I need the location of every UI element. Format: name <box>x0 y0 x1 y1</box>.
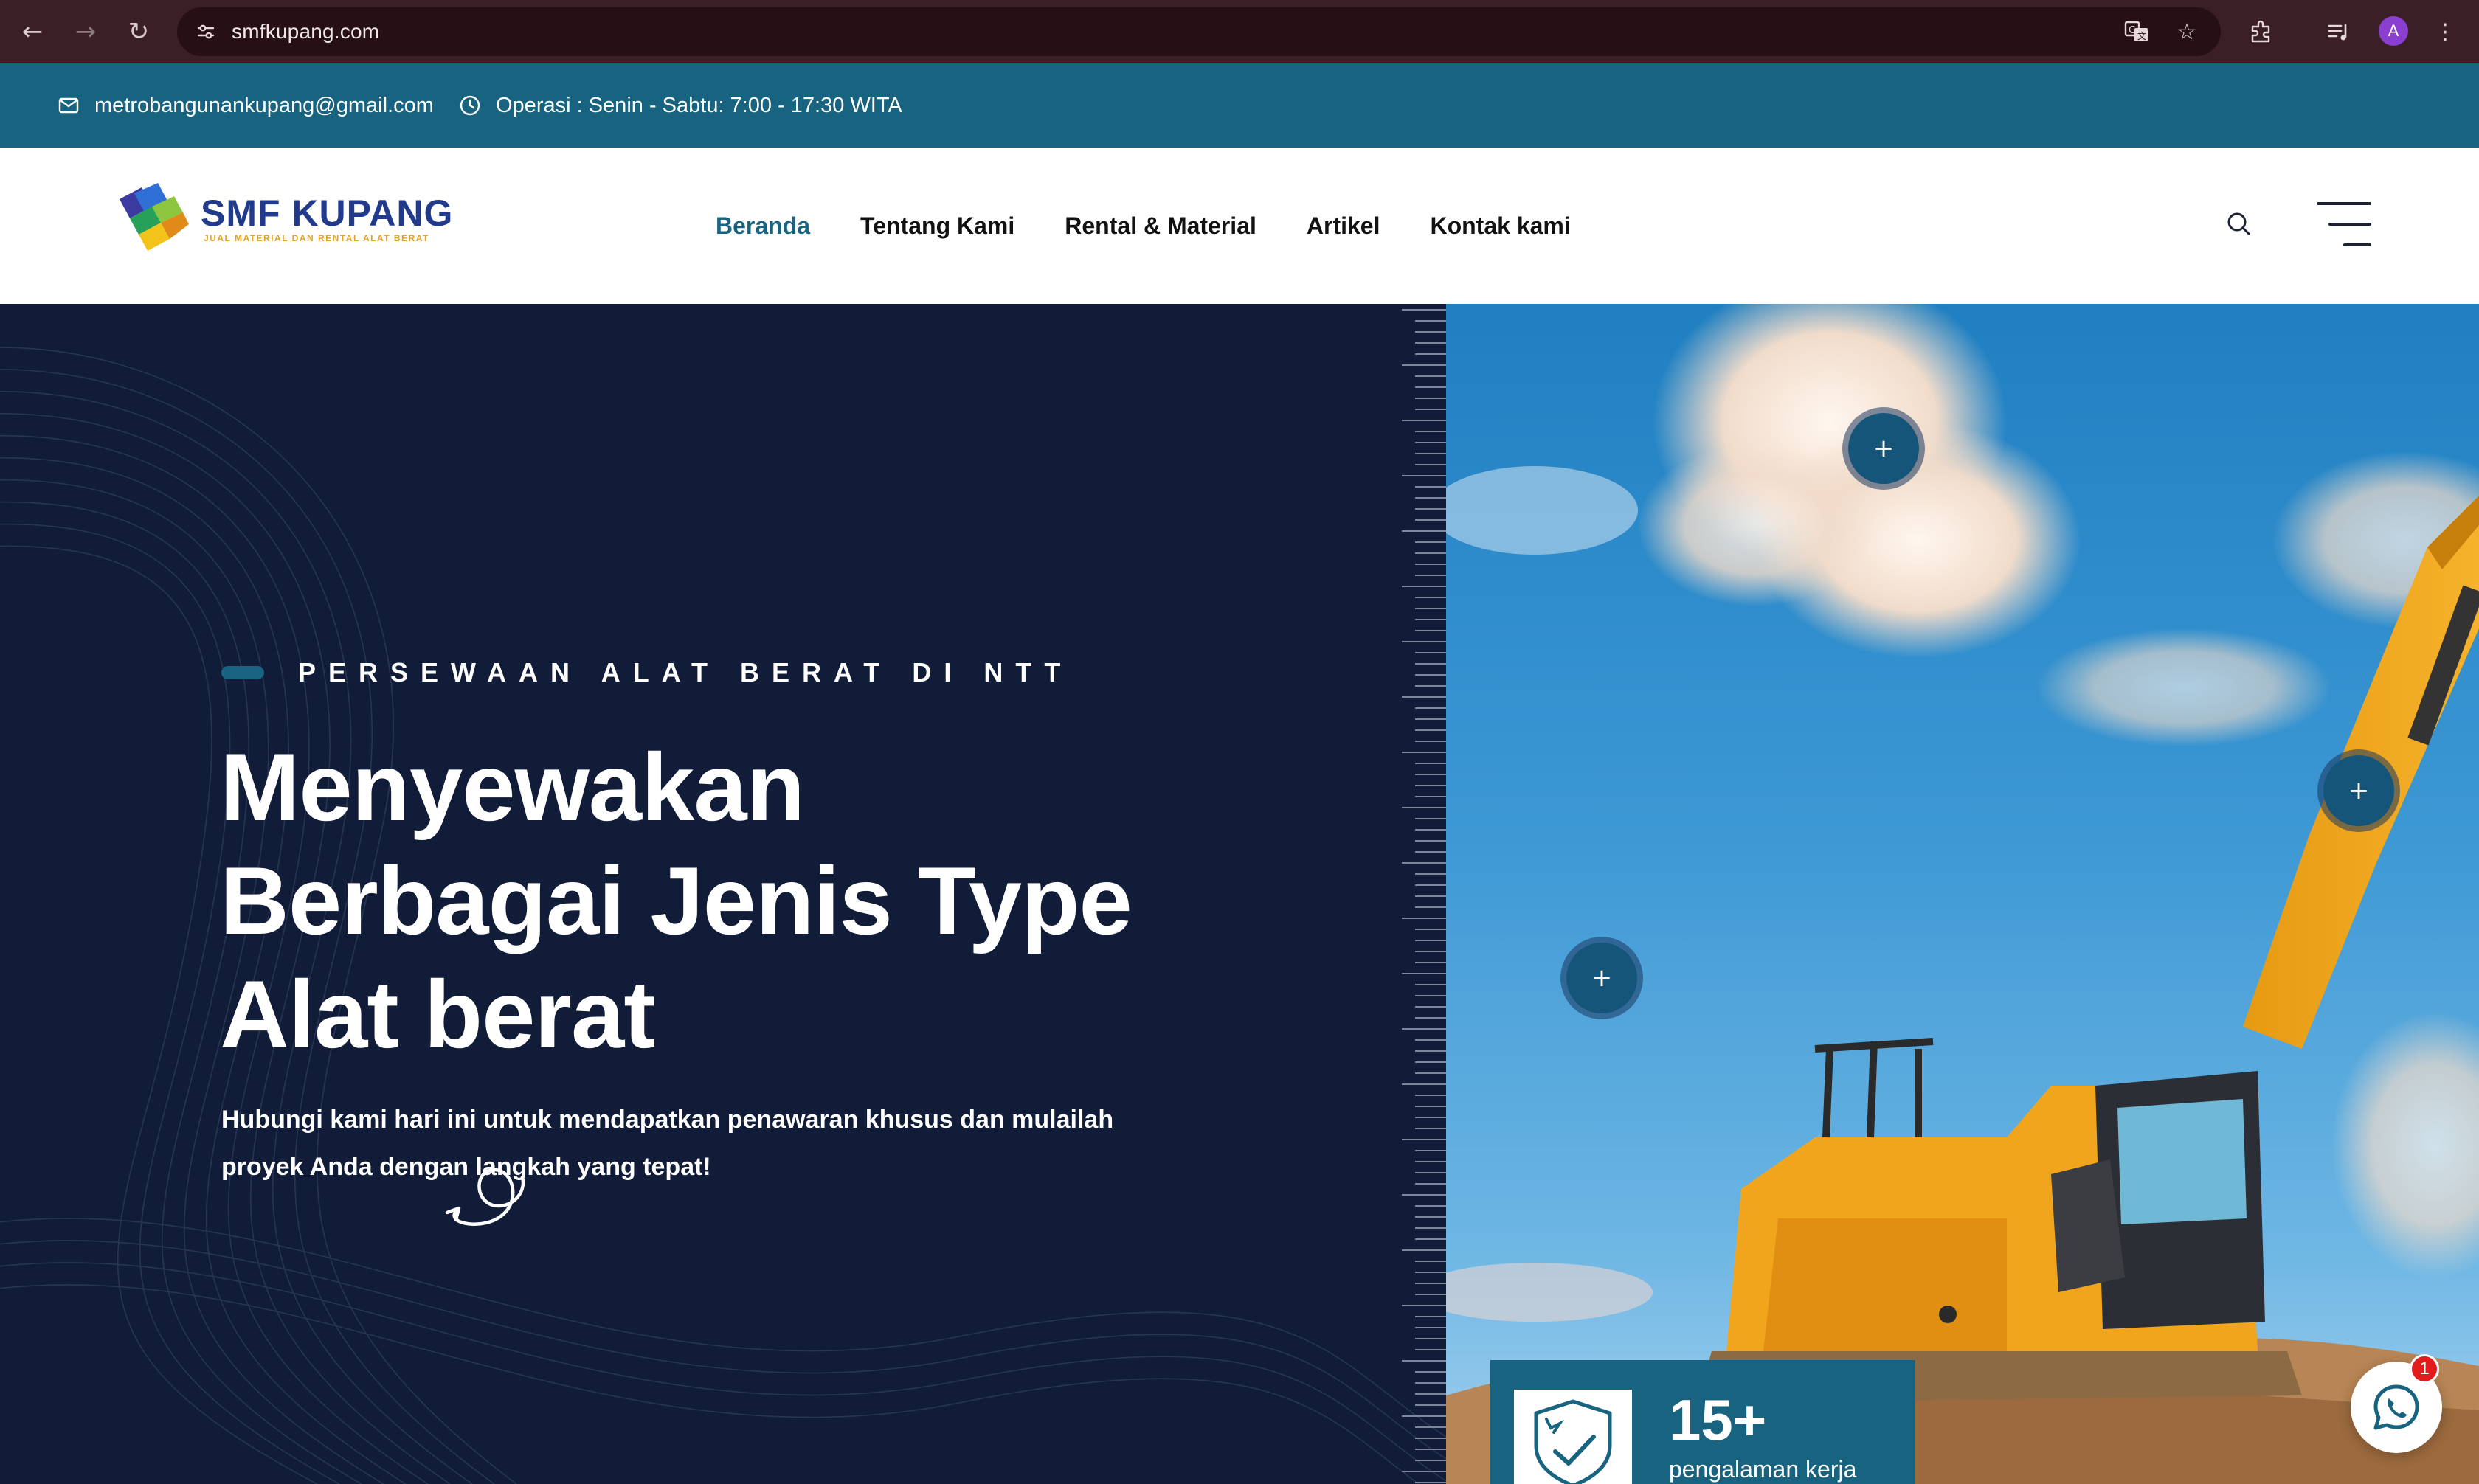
extensions-icon[interactable] <box>2243 14 2278 49</box>
stat-label: pengalaman kerja <box>1669 1456 1857 1483</box>
svg-text:文: 文 <box>2137 30 2146 41</box>
hotspot-button-2[interactable]: + <box>2317 749 2400 832</box>
hero-image <box>1446 304 2479 1484</box>
hero-eyebrow: PERSEWAAN ALAT BERAT DI NTT <box>221 653 1073 692</box>
email-text[interactable]: metrobangunankupang@gmail.com <box>94 94 434 118</box>
search-icon[interactable] <box>2221 207 2258 243</box>
contact-info-bar: metrobangunankupang@gmail.com Operasi : … <box>0 63 2479 148</box>
logo-name: SMF KUPANG <box>201 193 454 234</box>
plus-icon: + <box>2323 755 2394 826</box>
svg-text:G: G <box>2129 25 2136 36</box>
eyebrow-accent-pill <box>221 666 264 679</box>
hours-text: Operasi : Senin - Sabtu: 7:00 - 17:30 WI… <box>496 93 902 117</box>
decorative-ruler <box>1402 309 1446 1483</box>
hotspot-button-1[interactable]: + <box>1842 407 1925 490</box>
hamburger-menu-icon[interactable] <box>2317 202 2371 246</box>
url-text[interactable]: smfkupang.com <box>232 7 379 56</box>
translate-icon[interactable]: G文 <box>2122 17 2151 46</box>
notification-badge: 1 <box>2410 1354 2439 1384</box>
bookmark-star-icon[interactable]: ☆ <box>2172 17 2202 46</box>
hours-info: Operasi : Senin - Sabtu: 7:00 - 17:30 WI… <box>457 63 902 148</box>
logo-mark-icon <box>120 183 189 251</box>
hero-headline: Menyewakan Berbagai Jenis Type Alat bera… <box>220 730 1253 1071</box>
site-logo[interactable]: SMF KUPANG JUAL MATERIAL DAN RENTAL ALAT… <box>112 177 452 258</box>
hotspot-button-3[interactable]: + <box>1560 937 1643 1019</box>
whatsapp-icon <box>2373 1384 2419 1430</box>
back-arrow-icon[interactable]: ← <box>15 14 50 49</box>
reload-icon[interactable]: ↻ <box>121 14 156 49</box>
clock-icon <box>457 93 483 118</box>
browser-toolbar: ← → ↻ smfkupang.com G文 ☆ A ⋮ <box>0 0 2479 63</box>
headline-line-1: Menyewakan <box>220 733 805 841</box>
kebab-menu-icon[interactable]: ⋮ <box>2427 14 2463 49</box>
swirl-arrow-icon <box>445 1168 525 1226</box>
stat-number: 15+ <box>1669 1387 1767 1452</box>
main-navigation: Beranda Tentang Kami Rental & Material A… <box>716 148 1621 304</box>
stat-icon-box <box>1514 1390 1632 1484</box>
excavator-photo <box>1446 304 2479 1484</box>
media-controls-icon[interactable] <box>2321 14 2357 49</box>
nav-item-tentang-kami[interactable]: Tentang Kami <box>860 212 1014 240</box>
experience-stat-card: 15+ pengalaman kerja <box>1490 1360 1915 1484</box>
nav-item-beranda[interactable]: Beranda <box>716 212 810 240</box>
shield-check-icon <box>1534 1399 1612 1484</box>
headline-line-3: Alat berat <box>220 960 656 1068</box>
plus-icon: + <box>1848 413 1919 484</box>
site-settings-icon[interactable] <box>192 18 220 46</box>
forward-arrow-icon[interactable]: → <box>68 14 103 49</box>
address-bar[interactable]: smfkupang.com G文 ☆ <box>177 7 2221 56</box>
logo-tagline: JUAL MATERIAL DAN RENTAL ALAT BERAT <box>204 233 429 243</box>
nav-item-artikel[interactable]: Artikel <box>1307 212 1380 240</box>
hero-subtext: Hubungi kami hari ini untuk mendapatkan … <box>221 1106 1114 1181</box>
plus-icon: + <box>1566 943 1637 1013</box>
site-header: SMF KUPANG JUAL MATERIAL DAN RENTAL ALAT… <box>0 148 2479 304</box>
profile-avatar[interactable]: A <box>2379 16 2408 46</box>
email-info[interactable]: metrobangunankupang@gmail.com <box>56 63 434 148</box>
envelope-icon <box>56 93 81 118</box>
headline-line-2: Berbagai Jenis Type <box>220 847 1133 954</box>
eyebrow-text: PERSEWAAN ALAT BERAT DI NTT <box>298 657 1073 687</box>
nav-item-rental-material[interactable]: Rental & Material <box>1065 212 1256 240</box>
nav-item-kontak-kami[interactable]: Kontak kami <box>1430 212 1570 240</box>
